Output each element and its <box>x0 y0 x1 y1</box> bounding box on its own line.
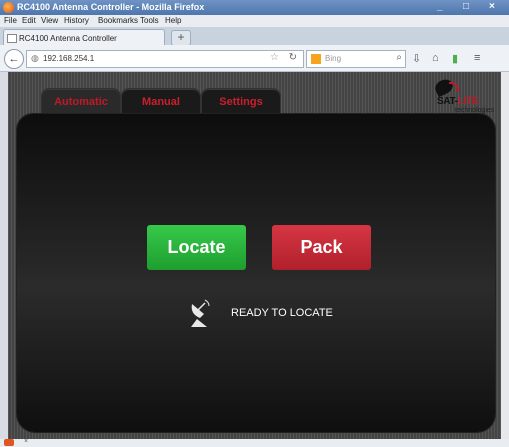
stats-icon[interactable]: ▮ <box>452 52 458 65</box>
automatic-panel <box>17 114 495 432</box>
satellite-dish-icon <box>191 299 210 327</box>
browser-tab-strip: RC4100 Antenna Controller + <box>0 27 509 46</box>
logo-swoosh <box>449 82 459 92</box>
addon-bar-icon[interactable] <box>4 439 14 446</box>
logo-brand-lite: LITE <box>457 96 479 107</box>
new-tab-button[interactable]: + <box>171 30 191 46</box>
pack-button[interactable]: Pack <box>272 225 371 270</box>
home-icon[interactable]: ⌂ <box>432 52 439 64</box>
logo-brand-sat: SAT- <box>437 96 458 107</box>
status-text: READY TO LOCATE <box>231 307 333 319</box>
menu-icon[interactable]: ≡ <box>474 52 480 64</box>
minimize-button[interactable]: _ <box>437 1 443 12</box>
firefox-icon <box>3 2 14 13</box>
addon-bar-close[interactable]: × <box>24 438 28 445</box>
menu-bookmarks[interactable]: Bookmarks <box>98 16 138 25</box>
browser-tab-title: RC4100 Antenna Controller <box>19 34 117 43</box>
browser-tab[interactable]: RC4100 Antenna Controller <box>3 29 165 46</box>
back-button[interactable]: ← <box>4 49 24 69</box>
close-button[interactable]: × <box>489 1 495 12</box>
page-content: Automatic Manual Settings SAT-LITE techn… <box>8 72 501 439</box>
reload-icon[interactable]: ↻ <box>289 52 297 63</box>
globe-icon: ◍ <box>31 53 39 63</box>
menu-tools[interactable]: Tools <box>140 16 159 25</box>
tab-manual[interactable]: Manual <box>121 88 201 115</box>
tab-settings[interactable]: Settings <box>201 88 281 115</box>
search-bar[interactable]: Bing ⌕ <box>306 50 406 68</box>
tab-automatic[interactable]: Automatic <box>41 88 121 115</box>
navigation-bar: ← ◍ 192.168.254.1 ☆ ↻ Bing ⌕ ⇩ ⌂ ▮ ≡ <box>0 45 509 72</box>
maximize-button[interactable]: □ <box>463 1 469 12</box>
page-favicon-icon <box>7 34 17 43</box>
download-icon[interactable]: ⇩ <box>412 52 421 65</box>
menu-edit[interactable]: Edit <box>22 16 36 25</box>
window-titlebar: RC4100 Antenna Controller - Mozilla Fire… <box>0 0 509 15</box>
bing-icon <box>311 54 321 64</box>
url-bar[interactable]: ◍ 192.168.254.1 ☆ ↻ <box>26 50 304 68</box>
browser-status-bar: × <box>0 438 509 447</box>
menu-bar: File Edit View History Bookmarks Tools H… <box>0 15 509 27</box>
locate-button[interactable]: Locate <box>147 225 246 270</box>
menu-help[interactable]: Help <box>165 16 181 25</box>
star-icon[interactable]: ☆ <box>270 52 279 63</box>
url-text: 192.168.254.1 <box>43 54 95 63</box>
search-placeholder: Bing <box>325 54 342 63</box>
search-icon[interactable]: ⌕ <box>396 52 402 63</box>
window-title: RC4100 Antenna Controller - Mozilla Fire… <box>17 2 205 12</box>
menu-history[interactable]: History <box>64 16 89 25</box>
sat-lite-logo: SAT-LITE technologies <box>427 76 497 114</box>
menu-file[interactable]: File <box>4 16 17 25</box>
back-arrow-icon: ← <box>8 53 20 65</box>
menu-view[interactable]: View <box>41 16 58 25</box>
page-scrollbar[interactable] <box>501 72 509 439</box>
logo-brand: SAT-LITE <box>437 96 479 107</box>
logo-subtitle: technologies <box>455 107 495 114</box>
window-controls: _ □ × <box>435 1 505 14</box>
